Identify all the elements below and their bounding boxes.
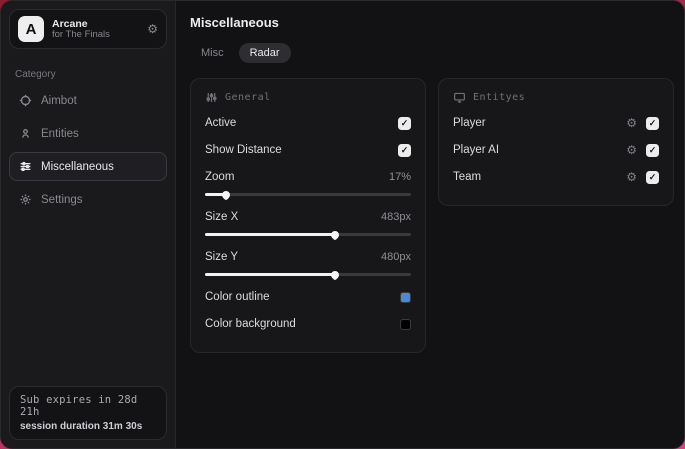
- player-ai-checkbox[interactable]: [646, 143, 659, 157]
- slider-label: Zoom: [205, 171, 235, 183]
- sliders-icon: [206, 93, 217, 102]
- sub-expires-text: Sub expires in 28d 21h: [20, 394, 138, 418]
- size-x-slider[interactable]: [205, 228, 411, 241]
- size-y-slider[interactable]: [205, 268, 411, 281]
- crosshair-icon: [18, 93, 33, 108]
- tab-misc[interactable]: Misc: [190, 43, 235, 63]
- sidebar-item-entities[interactable]: Entities: [9, 119, 167, 148]
- monitor-icon: [454, 92, 465, 103]
- entity-row-player: Player ⚙: [453, 112, 659, 134]
- show-distance-checkbox[interactable]: [398, 143, 411, 157]
- slider-thumb[interactable]: [329, 228, 341, 241]
- team-checkbox[interactable]: [646, 170, 659, 184]
- sidebar-item-label: Entities: [41, 127, 79, 140]
- gear-icon[interactable]: ⚙: [626, 116, 637, 130]
- sidebar-nav: Aimbot Entities Miscellaneous Settings: [1, 86, 175, 214]
- slider-row-size-y: Size Y 480px: [205, 246, 411, 268]
- slider-row-zoom: Zoom 17%: [205, 166, 411, 188]
- sliders-icon: [18, 159, 33, 174]
- color-background-swatch[interactable]: [400, 318, 411, 330]
- slider-value: 17%: [388, 171, 411, 183]
- entity-label: Player: [453, 117, 486, 129]
- slider-label: Size X: [205, 211, 239, 223]
- entity-row-player-ai: Player AI ⚙: [453, 139, 659, 161]
- page-title: Miscellaneous: [190, 15, 279, 30]
- sidebar-item-miscellaneous[interactable]: Miscellaneous: [9, 152, 167, 181]
- brand-subtitle: for The Finals: [52, 28, 110, 40]
- sidebar-item-label: Miscellaneous: [41, 160, 114, 173]
- app-logo: A: [18, 16, 44, 42]
- toggle-row-active: Active: [205, 112, 411, 134]
- sidebar-item-label: Settings: [41, 193, 83, 206]
- slider-label: Size Y: [205, 251, 239, 263]
- active-checkbox[interactable]: [398, 116, 411, 130]
- panel-title: Entityes: [473, 92, 526, 103]
- gear-icon[interactable]: ⚙: [626, 143, 637, 157]
- color-label: Color outline: [205, 291, 270, 303]
- entities-panel: Entityes Player ⚙ Player AI ⚙: [438, 78, 674, 206]
- person-scan-icon: [18, 126, 33, 141]
- entity-label: Team: [453, 171, 482, 183]
- slider-value: 483px: [381, 211, 411, 223]
- sidebar-item-settings[interactable]: Settings: [9, 185, 167, 214]
- app-window: A Arcane for The Finals ⚙ Category Aimbo…: [0, 0, 685, 449]
- toggle-label: Show Distance: [205, 144, 282, 156]
- subscription-card: Sub expires in 28d 21h session duration …: [9, 386, 167, 440]
- session-duration-text: session duration 31m 30s: [20, 421, 143, 432]
- tab-radar[interactable]: Radar: [238, 43, 291, 63]
- category-label: Category: [15, 69, 56, 80]
- color-label: Color background: [205, 318, 296, 330]
- slider-thumb[interactable]: [219, 188, 232, 201]
- color-row-outline: Color outline: [205, 286, 411, 308]
- main-content: Miscellaneous Misc Radar General Active …: [176, 1, 684, 448]
- slider-row-size-x: Size X 483px: [205, 206, 411, 228]
- sidebar: A Arcane for The Finals ⚙ Category Aimbo…: [1, 1, 176, 448]
- slider-value: 480px: [381, 251, 411, 263]
- panel-title: General: [225, 92, 271, 103]
- entity-label: Player AI: [453, 144, 500, 156]
- general-panel: General Active Show Distance Zoom 17%: [190, 78, 426, 353]
- player-checkbox[interactable]: [646, 116, 659, 130]
- brand-name: Arcane: [52, 17, 88, 30]
- brand-text: Arcane for The Finals: [52, 18, 139, 41]
- gear-icon: [18, 192, 33, 207]
- gear-icon[interactable]: ⚙: [626, 170, 637, 184]
- color-outline-swatch[interactable]: [400, 291, 411, 303]
- toggle-row-show-distance: Show Distance: [205, 139, 411, 161]
- zoom-slider[interactable]: [205, 188, 411, 201]
- slider-thumb[interactable]: [329, 268, 341, 281]
- entity-row-team: Team ⚙: [453, 166, 659, 188]
- brand-card: A Arcane for The Finals ⚙: [9, 9, 167, 49]
- tab-bar: Misc Radar: [190, 43, 674, 63]
- gear-icon[interactable]: ⚙: [147, 22, 158, 36]
- sidebar-item-label: Aimbot: [41, 94, 77, 107]
- toggle-label: Active: [205, 117, 237, 129]
- sidebar-item-aimbot[interactable]: Aimbot: [9, 86, 167, 115]
- color-row-background: Color background: [205, 313, 411, 335]
